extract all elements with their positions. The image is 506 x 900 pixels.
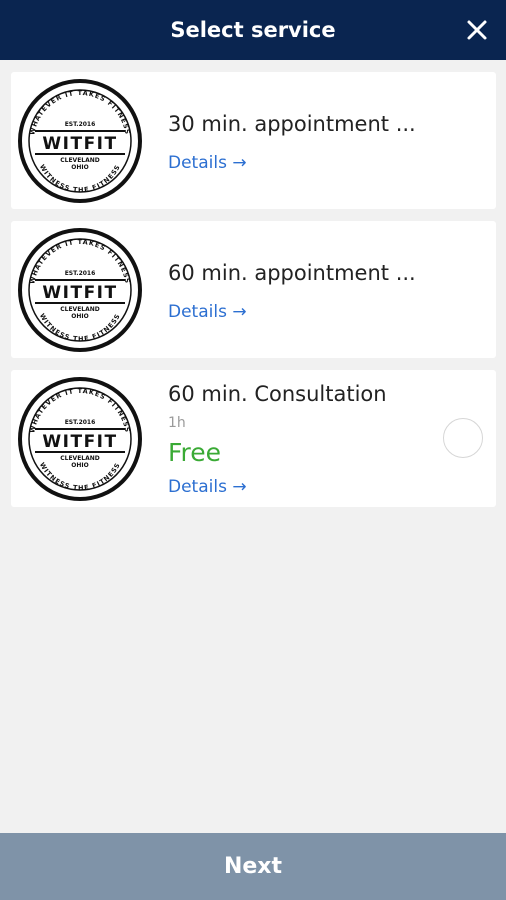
service-name: 60 min. Consultation [168, 382, 387, 406]
service-card-consultation[interactable]: 60 min. Consultation 1h Free Details → [11, 370, 496, 507]
header-bar: Select service [0, 0, 506, 60]
next-button[interactable]: Next [0, 833, 506, 900]
service-duration: 1h [168, 415, 186, 431]
witfit-logo [18, 377, 142, 501]
details-link[interactable]: Details → [168, 153, 247, 173]
service-name: 30 min. appointment ... [168, 112, 416, 136]
service-name: 60 min. appointment ... [168, 261, 416, 285]
witfit-logo [18, 228, 142, 352]
witfit-logo [18, 79, 142, 203]
select-radio[interactable] [443, 418, 483, 458]
service-card-60min[interactable]: 60 min. appointment ... Details → [11, 221, 496, 358]
details-link[interactable]: Details → [168, 477, 247, 497]
details-link[interactable]: Details → [168, 302, 247, 322]
close-button[interactable] [462, 15, 492, 45]
close-icon [467, 20, 487, 40]
service-price: Free [168, 438, 222, 467]
page-title: Select service [170, 18, 336, 42]
service-card-30min[interactable]: 30 min. appointment ... Details → [11, 72, 496, 209]
